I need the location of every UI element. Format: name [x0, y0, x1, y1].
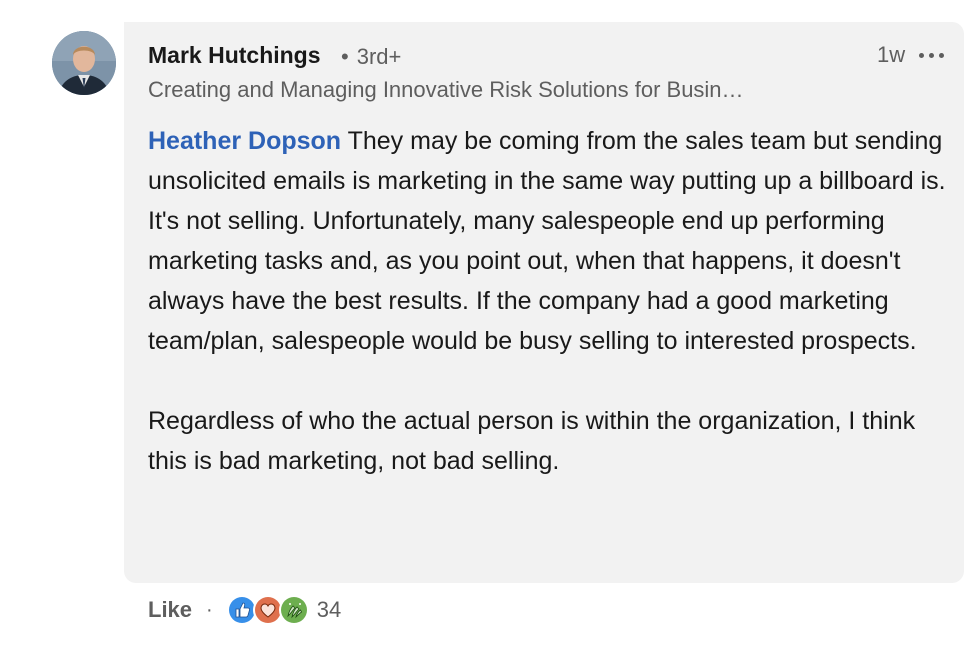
author-name[interactable]: Mark Hutchings	[148, 42, 321, 69]
reactions-summary[interactable]	[226, 595, 309, 625]
comment-timestamp: 1w	[877, 42, 906, 67]
degree-label: 3rd+	[356, 44, 402, 69]
reaction-count[interactable]: 34	[317, 597, 341, 623]
comment-paragraph-1: Heather Dopson They may be coming from t…	[148, 121, 948, 361]
more-options-icon[interactable]	[917, 48, 947, 62]
degree-separator: •	[341, 44, 349, 69]
like-button[interactable]: Like	[148, 597, 192, 623]
avatar[interactable]	[52, 31, 116, 95]
comment-paragraph-1-text: They may be coming from the sales team b…	[148, 127, 946, 355]
comment-paragraph-2: Regardless of who the actual person is w…	[148, 407, 916, 475]
author-headline: Creating and Managing Innovative Risk So…	[148, 77, 744, 102]
connection-degree: • 3rd+	[341, 44, 401, 70]
comment-actions: Like · 34	[148, 594, 341, 626]
mention-link[interactable]: Heather Dopson	[148, 127, 341, 155]
celebrate-icon	[278, 595, 309, 625]
action-separator: ·	[206, 598, 213, 621]
comment-text: Heather Dopson They may be coming from t…	[148, 121, 948, 481]
